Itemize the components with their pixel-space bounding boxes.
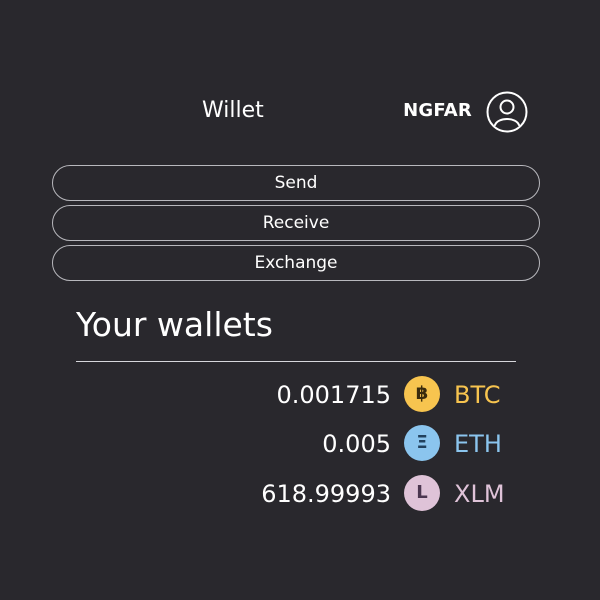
wallet-symbol: XLM: [454, 480, 505, 508]
divider: [76, 361, 516, 362]
wallet-row-eth[interactable]: 0.005 Ξ ETH: [76, 425, 516, 465]
user-name[interactable]: NGFAR: [403, 98, 472, 124]
exchange-button[interactable]: Exchange: [52, 245, 540, 281]
section-title: Your wallets: [76, 305, 273, 344]
ethereum-icon: Ξ: [404, 425, 440, 461]
receive-button[interactable]: Receive: [52, 205, 540, 241]
wallet-amount: 0.001715: [276, 381, 391, 409]
wallet-symbol: BTC: [454, 381, 501, 409]
wallet-symbol: ETH: [454, 430, 502, 458]
send-button[interactable]: Send: [52, 165, 540, 201]
wallet-amount: 618.99993: [261, 480, 391, 508]
wallet-row-xlm[interactable]: 618.99993 L XLM: [76, 475, 516, 515]
stellar-icon: L: [404, 475, 440, 511]
bitcoin-icon: ฿: [404, 376, 440, 412]
wallet-amount: 0.005: [322, 430, 391, 458]
app-title: Willet: [202, 98, 264, 123]
user-circle-icon[interactable]: [486, 91, 528, 133]
wallet-row-btc[interactable]: 0.001715 ฿ BTC: [76, 376, 516, 416]
